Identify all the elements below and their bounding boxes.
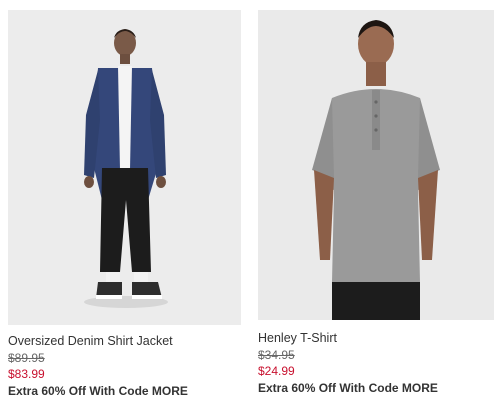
product-name[interactable]: Oversized Denim Shirt Jacket (8, 334, 241, 349)
promo-text: Extra 60% Off With Code MORE (258, 381, 438, 395)
sale-price: $24.99 (258, 364, 295, 378)
product-image-henley-tshirt[interactable] (258, 10, 494, 320)
original-price: $34.95 (258, 348, 295, 362)
product-name[interactable]: Henley T-Shirt (258, 331, 494, 346)
promo-text: Extra 60% Off With Code MORE (8, 384, 188, 398)
product-image-denim-jacket[interactable] (8, 10, 241, 325)
product-card[interactable]: Henley T-Shirt $34.95 $24.99 Extra 60% O… (258, 10, 494, 396)
sale-price: $83.99 (8, 367, 45, 381)
original-price: $89.95 (8, 351, 45, 365)
product-card[interactable]: Oversized Denim Shirt Jacket $89.95 $83.… (8, 10, 241, 399)
